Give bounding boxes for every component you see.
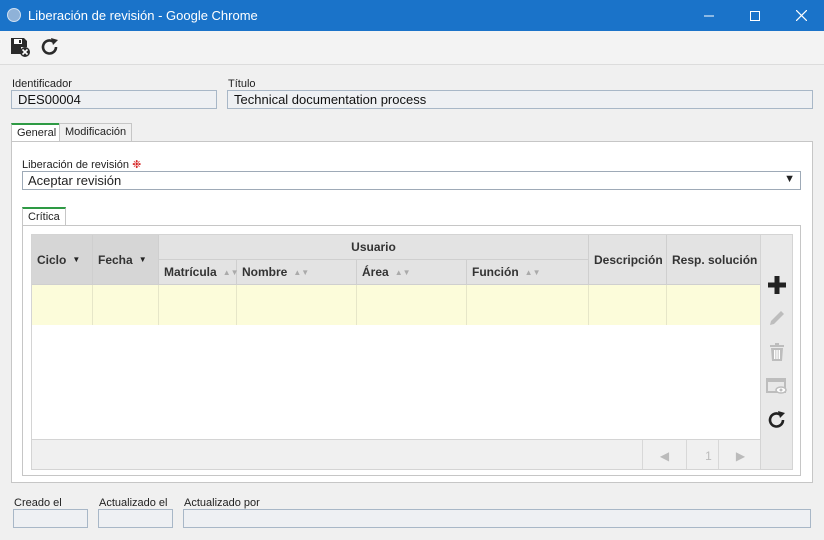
plus-icon [768, 276, 786, 294]
tab-general[interactable]: General [11, 123, 63, 142]
tab-modificacion[interactable]: Modificación [59, 123, 133, 142]
col-nombre-label: Nombre [242, 265, 288, 279]
table-cell [237, 285, 357, 325]
actualizado-label: Actualizado el [99, 497, 168, 509]
refresh-icon [768, 411, 785, 428]
globe-icon [7, 8, 21, 22]
pencil-icon [770, 311, 784, 325]
maximize-icon [750, 10, 760, 21]
liberacion-label: Liberación de revisión ❉ [22, 158, 141, 171]
col-ciclo-header[interactable]: Ciclo ▼ [32, 235, 93, 285]
titulo-field[interactable]: Technical documentation process [227, 90, 813, 109]
view-icon [766, 378, 787, 394]
tab-critica[interactable]: Crítica [22, 207, 66, 226]
usuario-group-header: Usuario [159, 235, 589, 260]
grid-actions-sidebar [761, 234, 793, 470]
critica-grid: Ciclo ▼ Fecha ▼ Usuario Matrícula ▲▼ Nombre… [31, 234, 761, 470]
trash-icon [770, 343, 784, 361]
view-button[interactable] [765, 374, 789, 398]
table-cell [159, 285, 237, 325]
actualizado-por-field[interactable] [183, 509, 811, 528]
identificador-label: Identificador [12, 78, 72, 90]
save-close-icon [11, 38, 30, 57]
table-cell [589, 285, 667, 325]
reload-icon [41, 38, 58, 55]
col-area-label: Área [362, 265, 389, 279]
window-titlebar: Liberación de revisión - Google Chrome [0, 0, 824, 31]
sort-down-icon: ▼ [138, 255, 147, 264]
col-funcion-label: Función [472, 265, 519, 279]
liberacion-value: Aceptar revisión [28, 173, 122, 188]
dropdown-arrow-icon: ▼ [784, 173, 795, 185]
close-icon [795, 10, 807, 21]
col-matricula-label: Matrícula [164, 265, 217, 279]
edit-button[interactable] [765, 306, 789, 330]
table-cell [93, 285, 159, 325]
sort-down-icon: ▼ [72, 255, 81, 264]
prev-page-icon[interactable]: ◀ [642, 440, 686, 469]
actualizado-por-label: Actualizado por [184, 497, 260, 509]
titulo-label: Título [228, 78, 256, 90]
delete-button[interactable] [765, 340, 789, 364]
table-cell [467, 285, 589, 325]
sort-icon: ▲▼ [524, 267, 541, 277]
col-descripcion-header[interactable]: Descripción [589, 235, 667, 285]
refresh-button[interactable] [765, 408, 789, 432]
actualizado-field[interactable] [98, 509, 173, 528]
next-page-icon[interactable]: ▶ [718, 440, 760, 469]
col-ciclo-label: Ciclo [37, 252, 67, 267]
close-button[interactable] [778, 0, 824, 31]
add-button[interactable] [765, 273, 789, 297]
col-area-header[interactable]: Área ▲▼ [357, 260, 467, 285]
table-cell [357, 285, 467, 325]
window-title: Liberación de revisión - Google Chrome [28, 8, 258, 23]
col-fecha-label: Fecha [98, 252, 133, 267]
col-matricula-header[interactable]: Matrícula ▲▼ [159, 260, 239, 285]
sort-icon: ▲▼ [293, 267, 310, 277]
save-close-button[interactable] [7, 34, 33, 60]
maximize-button[interactable] [732, 0, 778, 31]
col-funcion-header[interactable]: Función ▲▼ [467, 260, 589, 285]
liberacion-select[interactable]: Aceptar revisión ▼ [22, 171, 801, 190]
creado-label: Creado el [14, 497, 62, 509]
identificador-field[interactable]: DES00004 [11, 90, 217, 109]
minimize-button[interactable] [686, 0, 732, 31]
col-resp-header[interactable]: Resp. solución [667, 235, 760, 285]
table-cell [32, 285, 93, 325]
reload-button[interactable] [37, 34, 63, 60]
col-nombre-header[interactable]: Nombre ▲▼ [237, 260, 357, 285]
table-row[interactable] [32, 285, 760, 325]
liberacion-label-text: Liberación de revisión [22, 159, 130, 171]
col-fecha-header[interactable]: Fecha ▼ [93, 235, 159, 285]
grid-pager: ◀ 1 ▶ [32, 439, 760, 469]
sort-icon: ▲▼ [394, 267, 411, 277]
minimize-icon [704, 15, 714, 16]
required-icon: ❉ [132, 159, 142, 171]
toolbar [0, 31, 824, 65]
creado-field[interactable] [13, 509, 88, 528]
